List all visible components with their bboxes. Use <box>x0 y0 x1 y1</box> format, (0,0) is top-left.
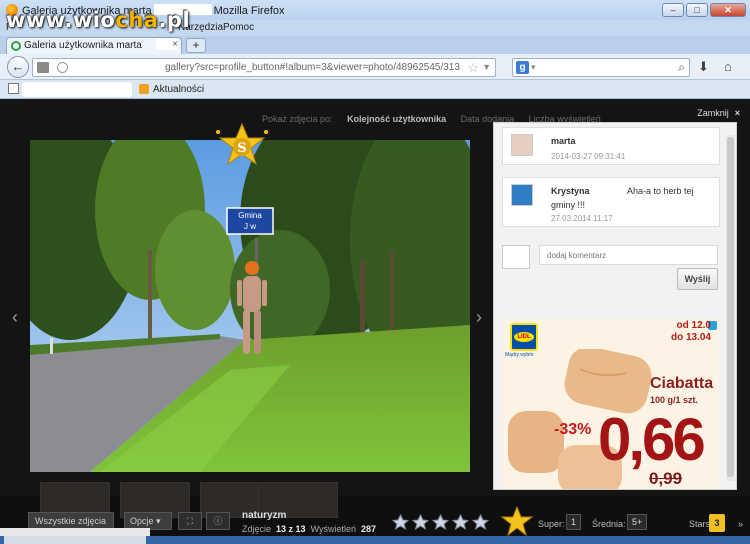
sign-text-line2: J w <box>244 222 256 231</box>
ad-discount: -33% <box>554 421 592 438</box>
ad-price: 0,66 <box>598 406 706 473</box>
average-label: Średnia: <box>592 519 626 529</box>
super-badge-icon: S <box>216 122 268 166</box>
photo-title: naturyzm <box>242 510 287 521</box>
send-comment-button[interactable]: Wyślij <box>677 268 718 290</box>
lidl-advertisement[interactable]: LIDL Mądry wybór od 12.0 do 13.04 Ciabat… <box>502 319 719 489</box>
comment-author[interactable]: Krystyna <box>551 186 590 196</box>
lidl-logo: LIDL <box>510 323 538 351</box>
tab-bar: Galeria użytkownika marta × + <box>0 36 750 54</box>
photo-meta: Zdjęcie 13 z 13 Wyświetleń 287 <box>242 524 377 534</box>
rss-icon <box>139 84 149 94</box>
close-viewer-button[interactable]: Zamknij × <box>697 108 740 118</box>
add-comment-input[interactable]: dodaj komentarz <box>539 245 718 265</box>
next-photo-arrow[interactable]: › <box>476 307 482 328</box>
previous-photo-arrow[interactable]: ‹ <box>12 307 18 328</box>
new-tab-button[interactable]: + <box>186 38 206 53</box>
comment-item: marta 2014-03-27 09:31:41 <box>502 127 720 165</box>
comment-date: 27.03.2014 11:17 <box>551 214 613 223</box>
site-identity-icon[interactable] <box>37 62 49 73</box>
back-button[interactable]: ← <box>7 56 29 78</box>
sign-text-line1: Gmina <box>238 211 262 220</box>
comments-panel: marta 2014-03-27 09:31:41 Krystyna Aha-a… <box>493 122 737 490</box>
info-icon[interactable]: ⓘ <box>206 512 230 530</box>
super-rating-star-icon[interactable] <box>500 506 534 536</box>
main-photo: Gmina J w <box>30 140 470 472</box>
maximize-button[interactable]: □ <box>686 3 708 17</box>
super-label: Super: <box>538 519 565 529</box>
comment-item: Krystyna Aha-a to herb tej gminy !!! 27.… <box>502 177 720 227</box>
tab-close-icon[interactable]: × <box>156 39 178 50</box>
bookmark-page-icon[interactable] <box>8 83 19 94</box>
my-avatar <box>502 245 530 269</box>
avatar[interactable] <box>511 134 533 156</box>
tab-label: Galeria użytkownika marta <box>24 40 142 51</box>
rating-star-icon[interactable] <box>432 514 449 530</box>
fullscreen-icon[interactable]: ⛶ <box>178 512 202 530</box>
avatar[interactable] <box>511 184 533 206</box>
rating-star-icon[interactable] <box>472 514 489 530</box>
ad-date-to: do 13.04 <box>670 332 711 343</box>
comment-date: 2014-03-27 09:31:41 <box>551 152 626 161</box>
url-text[interactable]: gallery?src=profile_button#!album=3&view… <box>165 62 460 73</box>
comments-scrollbar[interactable] <box>726 135 735 481</box>
average-value: 5+ <box>627 514 648 530</box>
ad-old-price: 0,99 <box>649 469 683 488</box>
ad-date-from: od 12.0 <box>676 320 711 331</box>
ad-product-name: Ciabatta <box>650 375 714 392</box>
tab-gallery[interactable]: Galeria użytkownika marta × <box>6 37 182 54</box>
comment-author[interactable]: marta <box>551 136 576 146</box>
search-engine-icon[interactable]: g <box>516 61 529 74</box>
download-icon[interactable]: ⬇ <box>698 59 709 75</box>
taskbar <box>0 536 750 544</box>
search-icon[interactable]: ⌕ <box>678 60 685 75</box>
photo-viewer: Zamknij × Pokaż zdjęcia po: Kolejność uży… <box>0 100 750 544</box>
bookmark-item[interactable] <box>22 82 132 97</box>
home-icon[interactable]: ⌂ <box>724 59 732 74</box>
rating-star-icon[interactable] <box>392 514 409 530</box>
rating-star-icon[interactable] <box>452 514 469 530</box>
super-count: 1 <box>566 514 582 530</box>
navigation-bar: ← gallery?src=profile_button#!album=3&vi… <box>0 54 750 80</box>
globe-icon <box>57 62 68 73</box>
bookmarks-bar: Aktualności <box>0 80 750 99</box>
tab-favicon-icon <box>11 41 21 51</box>
search-bar[interactable]: g ▾ ⌕ <box>512 58 690 77</box>
close-window-button[interactable]: ✕ <box>710 3 746 17</box>
menu-item-help[interactable]: Pomoc <box>223 22 254 33</box>
ad-product-size: 100 g/1 szt. <box>650 395 699 405</box>
comment-text-line2: gminy !!! <box>551 200 586 210</box>
rating-stars <box>392 514 489 530</box>
watermark-logo: www.wiocha.pl <box>6 8 191 32</box>
older-count-badge: 3 <box>709 514 725 532</box>
bookmark-news[interactable]: Aktualności <box>153 84 204 95</box>
search-engine-dropdown-icon[interactable]: ▾ <box>531 62 536 73</box>
rating-star-icon[interactable] <box>412 514 429 530</box>
sort-prefix: Pokaż zdjęcia po: <box>262 114 333 124</box>
minimize-button[interactable]: – <box>662 3 684 17</box>
svg-text:S: S <box>237 141 246 156</box>
url-bar[interactable]: gallery?src=profile_button#!album=3&view… <box>32 58 496 77</box>
sort-user-order[interactable]: Kolejność użytkownika <box>347 114 446 124</box>
comment-text-line1: Aha-a to herb tej <box>627 186 694 196</box>
bookmark-star-icon[interactable]: ☆ <box>467 60 479 76</box>
url-dropdown-icon[interactable]: ▼ <box>482 62 491 72</box>
